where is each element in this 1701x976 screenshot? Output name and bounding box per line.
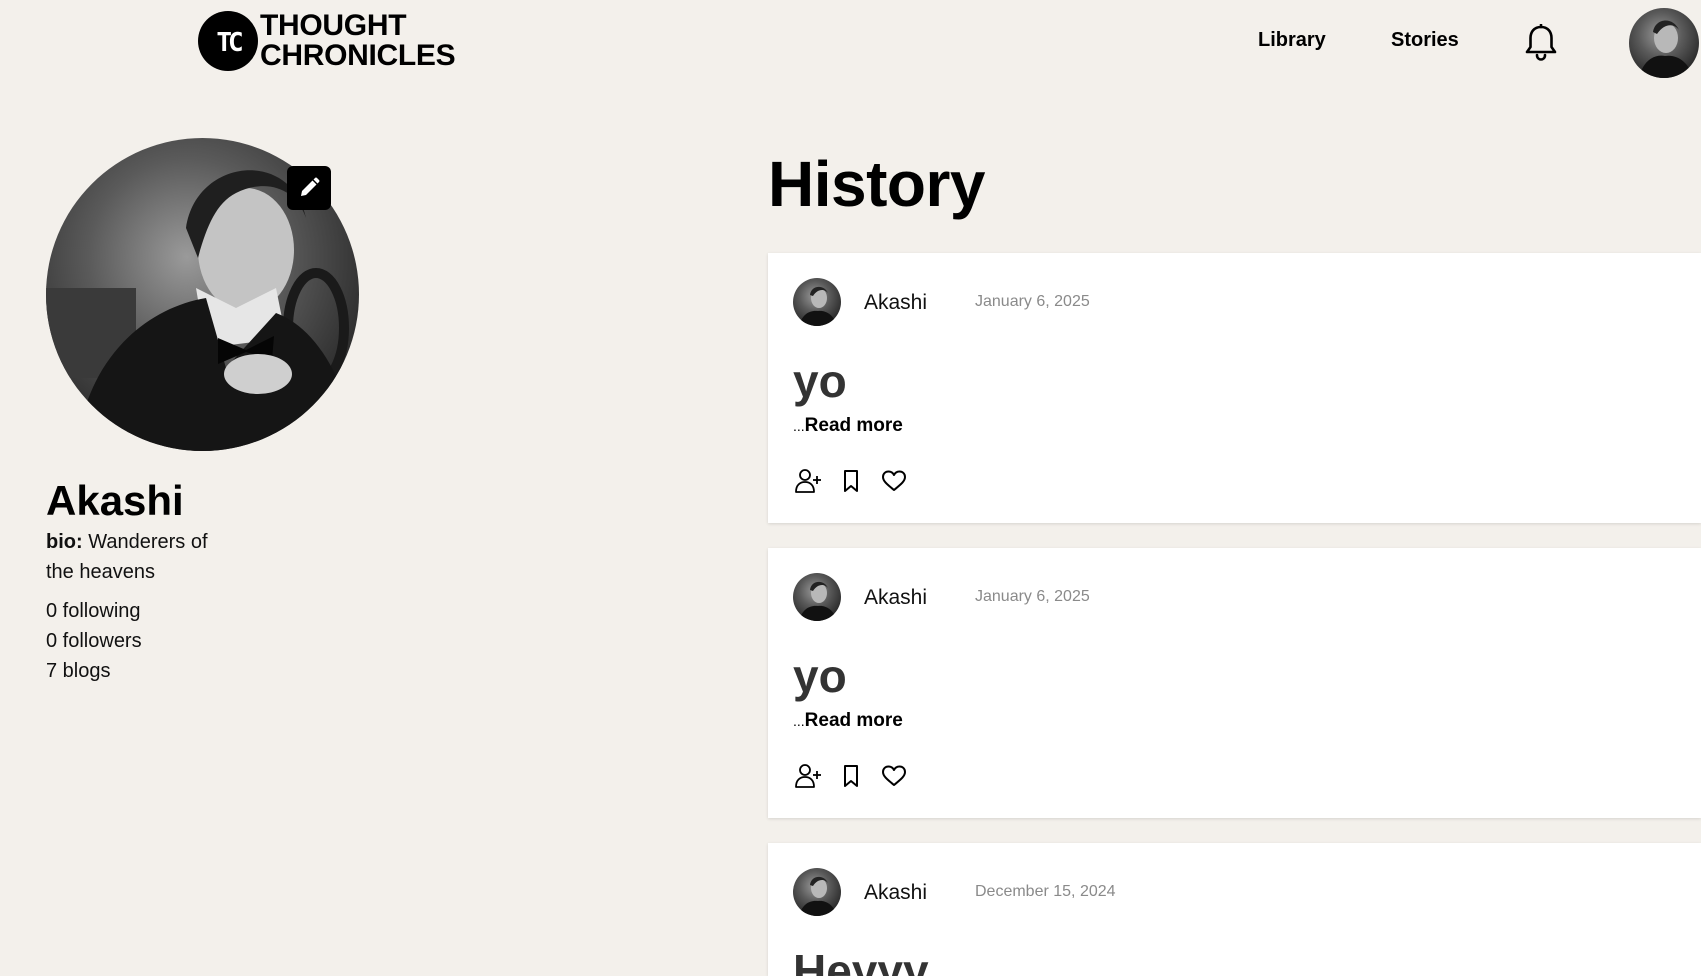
follow-user-icon[interactable] (794, 467, 822, 495)
logo-mark: TC (198, 11, 258, 71)
author-avatar[interactable] (793, 278, 841, 326)
read-more-label: Read more (804, 415, 903, 436)
history-heading: History (768, 148, 986, 220)
followers-count[interactable]: 0 followers (46, 626, 142, 656)
read-more-ellipsis: ... (793, 418, 805, 434)
read-more-label: Read more (804, 710, 903, 731)
profile-name: Akashi (46, 477, 184, 524)
logo-text: THOUGHT CHRONICLES (260, 9, 456, 72)
follow-user-icon[interactable] (794, 762, 822, 790)
header-avatar[interactable] (1629, 8, 1699, 78)
logo-line-2: CHRONICLES (260, 39, 456, 72)
post-actions (794, 762, 923, 790)
history-card[interactable]: Akashi December 15, 2024 Heyyy (768, 843, 1701, 976)
profile-bio: bio: Wanderers of the heavens (46, 527, 216, 587)
post-title[interactable]: yo (793, 648, 847, 704)
nav-library-link[interactable]: Library (1258, 29, 1326, 52)
post-date: January 6, 2025 (975, 588, 1090, 605)
heart-icon[interactable] (880, 762, 908, 790)
post-actions (794, 467, 923, 495)
bookmark-icon[interactable] (837, 467, 865, 495)
blogs-count: 7 blogs (46, 660, 111, 682)
author-avatar[interactable] (793, 868, 841, 916)
pencil-icon (301, 177, 320, 196)
post-title[interactable]: yo (793, 353, 847, 409)
post-date: December 15, 2024 (975, 883, 1116, 900)
edit-profile-button[interactable] (287, 166, 331, 210)
bell-icon[interactable] (1523, 23, 1559, 62)
post-title[interactable]: Heyyy (793, 943, 929, 976)
read-more-link[interactable]: ...Read more (793, 710, 903, 732)
post-date: January 6, 2025 (975, 293, 1090, 310)
post-author[interactable]: Akashi (864, 881, 927, 905)
site-logo[interactable]: TC THOUGHT CHRONICLES (198, 9, 456, 72)
history-card[interactable]: Akashi January 6, 2025 yo ...Read more (768, 548, 1701, 818)
following-count[interactable]: 0 following (46, 596, 142, 626)
history-card[interactable]: Akashi January 6, 2025 yo ...Read more (768, 253, 1701, 523)
profile-stats: 0 following 0 followers 7 blogs (46, 596, 142, 686)
logo-line-1: THOUGHT (260, 9, 407, 42)
heart-icon[interactable] (880, 467, 908, 495)
svg-text:TC: TC (216, 28, 242, 58)
read-more-ellipsis: ... (793, 713, 805, 729)
post-author[interactable]: Akashi (864, 291, 927, 315)
read-more-link[interactable]: ...Read more (793, 415, 903, 437)
bookmark-icon[interactable] (837, 762, 865, 790)
post-author[interactable]: Akashi (864, 586, 927, 610)
nav-stories-link[interactable]: Stories (1391, 29, 1459, 52)
author-avatar[interactable] (793, 573, 841, 621)
bio-label: bio: (46, 531, 83, 553)
